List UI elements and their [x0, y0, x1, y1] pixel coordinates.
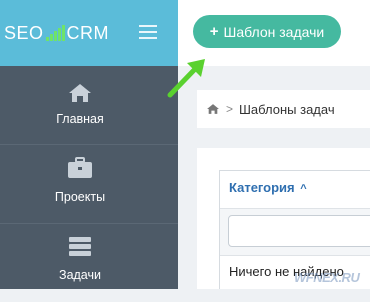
breadcrumb-separator: > — [226, 102, 234, 116]
column-header-label: Категория — [229, 180, 295, 195]
sidebar-item-tasks[interactable]: Задачи — [0, 224, 178, 302]
signal-bars-icon — [45, 25, 65, 41]
sidebar-item-projects[interactable]: Проекты — [0, 145, 178, 224]
sidebar: SEO CRM Главная Проекты Задачи — [0, 0, 178, 289]
logo[interactable]: SEO CRM — [4, 22, 109, 44]
category-filter-input[interactable] — [228, 215, 370, 247]
breadcrumb: > Шаблоны задач — [197, 90, 370, 128]
logo-bar: SEO CRM — [0, 0, 178, 66]
breadcrumb-current: Шаблоны задач — [239, 101, 335, 117]
home-icon — [69, 84, 91, 102]
column-header-category[interactable]: Категория ^ — [229, 180, 307, 195]
home-icon[interactable] — [206, 103, 220, 115]
sidebar-item-label: Задачи — [59, 268, 101, 282]
briefcase-icon — [68, 157, 92, 178]
logo-text-crm: CRM — [66, 22, 110, 43]
row-divider — [220, 255, 370, 256]
sidebar-item-home[interactable]: Главная — [0, 66, 178, 145]
hamburger-menu-icon[interactable] — [139, 24, 157, 40]
add-button-label: Шаблон задачи — [223, 23, 325, 40]
add-task-template-button[interactable]: + Шаблон задачи — [193, 15, 341, 48]
watermark: WFNEX.RU — [294, 270, 360, 285]
logo-text-seo: SEO — [4, 22, 44, 43]
sort-asc-icon: ^ — [300, 183, 307, 195]
tasks-icon — [69, 237, 91, 256]
sidebar-item-label: Главная — [56, 112, 104, 126]
plus-icon: + — [209, 23, 219, 40]
sidebar-item-label: Проекты — [54, 190, 106, 204]
